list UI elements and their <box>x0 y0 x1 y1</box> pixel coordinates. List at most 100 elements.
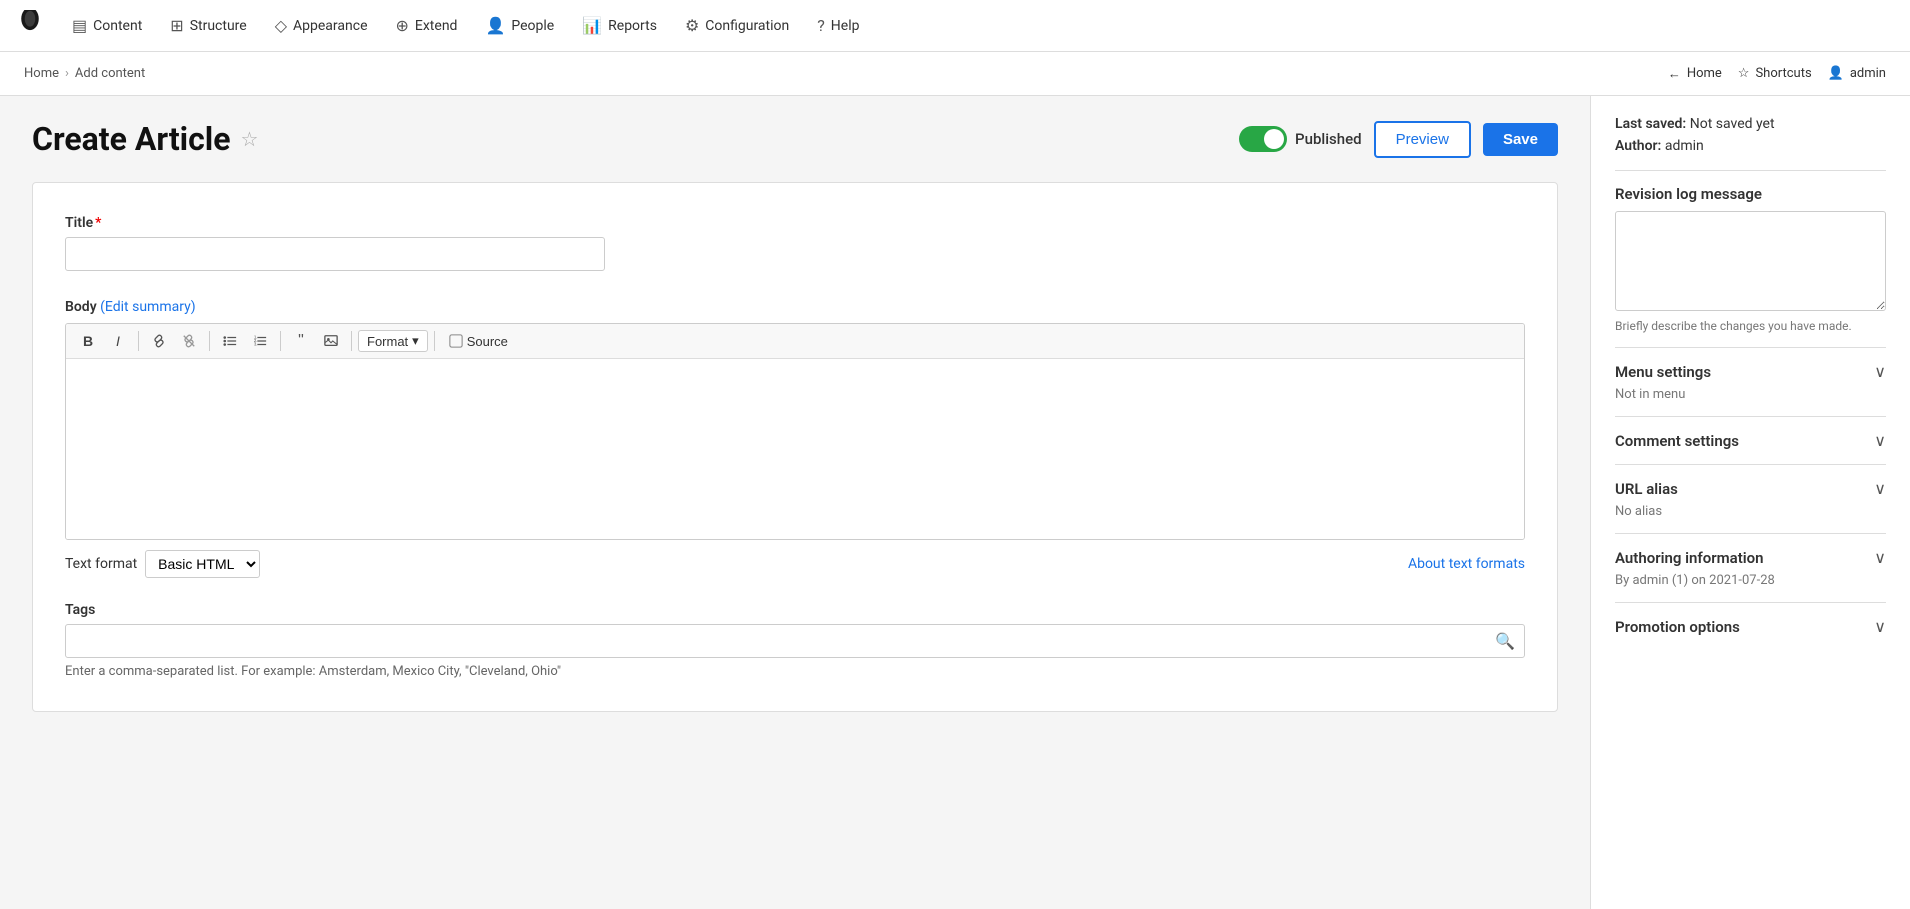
ordered-list-icon: 1. 2. 3. <box>253 334 267 348</box>
admin-action[interactable]: 👤 admin <box>1828 66 1886 81</box>
authoring-info-title: Authoring information <box>1615 549 1764 567</box>
sidebar: Last saved: Not saved yet Author: admin … <box>1590 96 1910 909</box>
unordered-list-button[interactable] <box>216 328 244 354</box>
breadcrumb-home-link[interactable]: Home <box>24 66 59 81</box>
comment-settings-header[interactable]: Comment settings ∨ <box>1615 431 1886 450</box>
unlink-icon <box>182 334 196 348</box>
nav-structure[interactable]: ⊞ Structure <box>158 10 258 41</box>
nav-extend[interactable]: ⊕ Extend <box>384 10 470 41</box>
tags-section: Tags 🔍 Enter a comma-separated list. For… <box>65 602 1525 679</box>
favorite-star-icon[interactable]: ☆ <box>241 127 259 151</box>
last-saved-row: Last saved: Not saved yet <box>1615 116 1886 132</box>
unordered-list-icon <box>223 334 237 348</box>
url-alias-title: URL alias <box>1615 480 1678 498</box>
structure-icon: ⊞ <box>170 16 183 35</box>
breadcrumb-actions: ← Home ☆ Shortcuts 👤 admin <box>1668 66 1886 82</box>
source-icon <box>449 334 463 348</box>
link-icon <box>152 334 166 348</box>
admin-account-icon: 👤 <box>1828 66 1844 81</box>
authoring-info-header[interactable]: Authoring information ∨ <box>1615 548 1886 567</box>
comment-settings-section: Comment settings ∨ <box>1615 416 1886 464</box>
page-title: Create Article <box>32 120 231 158</box>
nav-configuration[interactable]: ⚙ Configuration <box>673 10 801 41</box>
published-toggle[interactable] <box>1239 126 1287 152</box>
about-formats-link[interactable]: About text formats <box>1408 556 1525 572</box>
published-toggle-group: Published <box>1239 126 1362 152</box>
format-dropdown[interactable]: Format ▾ <box>358 330 428 352</box>
toolbar-separator-1 <box>138 331 139 351</box>
body-label: Body (Edit summary) <box>65 299 1525 315</box>
menu-settings-section: Menu settings ∨ Not in menu <box>1615 347 1886 416</box>
url-alias-section: URL alias ∨ No alias <box>1615 464 1886 533</box>
author-row: Author: admin <box>1615 138 1886 154</box>
content-icon: ▤ <box>72 16 87 35</box>
authoring-info-chevron-icon: ∨ <box>1874 548 1886 567</box>
promotion-options-chevron-icon: ∨ <box>1874 617 1886 636</box>
page-title-row: Create Article ☆ <box>32 120 258 158</box>
promotion-options-header[interactable]: Promotion options ∨ <box>1615 617 1886 636</box>
tags-label: Tags <box>65 602 1525 618</box>
nav-people[interactable]: 👤 People <box>473 10 566 41</box>
breadcrumb-separator: › <box>65 66 69 81</box>
tags-hint: Enter a comma-separated list. For exampl… <box>65 664 1525 679</box>
comment-settings-title: Comment settings <box>1615 432 1739 450</box>
preview-button[interactable]: Preview <box>1374 121 1471 158</box>
source-button[interactable]: Source <box>441 332 516 351</box>
link-button[interactable] <box>145 328 173 354</box>
bold-button[interactable]: B <box>74 328 102 354</box>
shortcuts-action[interactable]: ☆ Shortcuts <box>1738 66 1812 81</box>
url-alias-chevron-icon: ∨ <box>1874 479 1886 498</box>
toolbar-separator-4 <box>351 331 352 351</box>
reports-icon: 📊 <box>582 16 602 35</box>
blockquote-button[interactable]: " <box>287 328 315 354</box>
nav-appearance[interactable]: ◇ Appearance <box>263 10 380 41</box>
nav-help[interactable]: ? Help <box>805 10 871 41</box>
breadcrumb-bar: Home › Add content ← Home ☆ Shortcuts 👤 … <box>0 52 1910 96</box>
logo[interactable] <box>16 10 48 42</box>
toolbar-separator-3 <box>280 331 281 351</box>
title-label: Title * <box>65 215 1525 231</box>
text-format-left: Text format Basic HTML <box>65 550 260 578</box>
title-input[interactable] <box>65 237 605 271</box>
revision-log-hint: Briefly describe the changes you have ma… <box>1615 319 1886 333</box>
body-editor: B I <box>65 323 1525 540</box>
editor-toolbar: B I <box>66 324 1524 359</box>
tags-input-wrap: 🔍 <box>65 624 1525 658</box>
edit-summary-link[interactable]: (Edit summary) <box>100 299 195 315</box>
top-navigation: ▤ Content ⊞ Structure ◇ Appearance ⊕ Ext… <box>0 0 1910 52</box>
form-card: Title * Body (Edit summary) B I <box>32 182 1558 712</box>
body-editor-area[interactable] <box>66 359 1524 539</box>
menu-settings-value: Not in menu <box>1615 387 1886 402</box>
image-button[interactable] <box>317 328 345 354</box>
unlink-button[interactable] <box>175 328 203 354</box>
people-icon: 👤 <box>485 16 505 35</box>
page-header: Create Article ☆ Published Preview Save <box>32 120 1558 158</box>
save-button[interactable]: Save <box>1483 123 1558 156</box>
nav-content[interactable]: ▤ Content <box>60 10 154 41</box>
authoring-info-value: By admin (1) on 2021-07-28 <box>1615 573 1886 588</box>
url-alias-header[interactable]: URL alias ∨ <box>1615 479 1886 498</box>
promotion-options-title: Promotion options <box>1615 618 1740 636</box>
star-shortcuts-icon: ☆ <box>1738 66 1750 81</box>
text-format-label: Text format <box>65 556 137 572</box>
required-indicator: * <box>95 215 101 231</box>
italic-button[interactable]: I <box>104 328 132 354</box>
menu-settings-title: Menu settings <box>1615 363 1711 381</box>
body-section: Body (Edit summary) B I <box>65 299 1525 578</box>
main-layout: Create Article ☆ Published Preview Save … <box>0 96 1910 909</box>
svg-text:3.: 3. <box>254 341 258 346</box>
breadcrumb-home-action[interactable]: ← Home <box>1668 66 1722 82</box>
url-alias-value: No alias <box>1615 504 1886 519</box>
back-arrow-icon: ← <box>1668 66 1681 82</box>
tags-input[interactable] <box>65 624 1525 658</box>
header-actions: Published Preview Save <box>1239 121 1558 158</box>
ordered-list-button[interactable]: 1. 2. 3. <box>246 328 274 354</box>
published-label: Published <box>1295 130 1362 148</box>
revision-log-title: Revision log message <box>1615 185 1886 203</box>
revision-log-textarea[interactable] <box>1615 211 1886 311</box>
nav-reports[interactable]: 📊 Reports <box>570 10 669 41</box>
toolbar-separator-2 <box>209 331 210 351</box>
text-format-select[interactable]: Basic HTML <box>145 550 260 578</box>
text-format-row: Text format Basic HTML About text format… <box>65 550 1525 578</box>
menu-settings-header[interactable]: Menu settings ∨ <box>1615 362 1886 381</box>
